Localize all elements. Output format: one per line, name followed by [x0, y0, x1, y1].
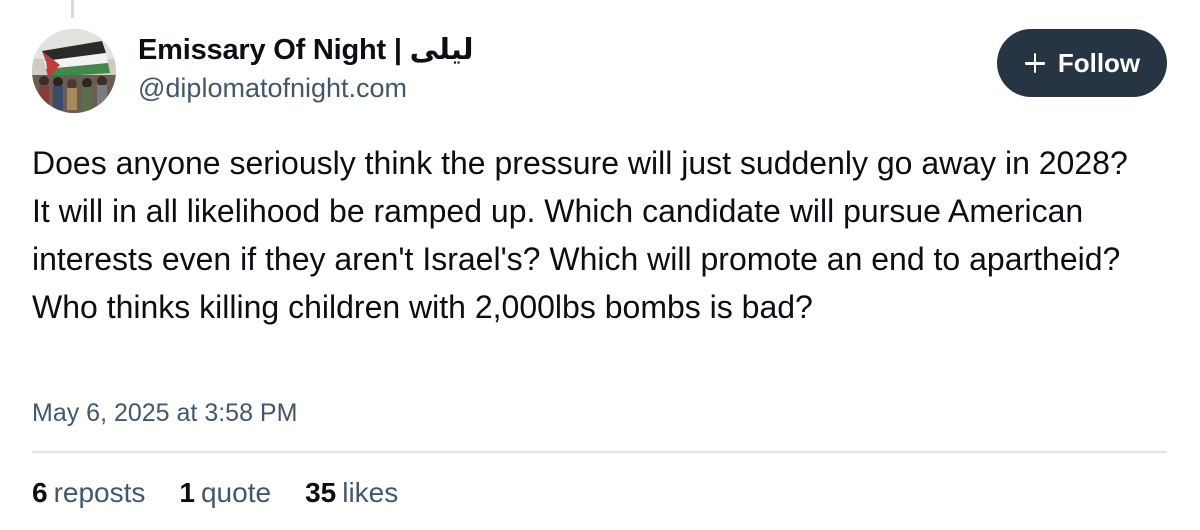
follow-button-label: Follow	[1057, 47, 1141, 78]
plus-icon	[1024, 52, 1046, 74]
quotes-stat[interactable]: 1 quote	[179, 474, 271, 512]
reposts-count: 6	[32, 477, 48, 508]
thread-line	[71, 0, 74, 18]
author-block: Emissary Of Night | ليلى @diplomatofnigh…	[138, 30, 474, 105]
quotes-label: quote	[200, 477, 272, 508]
likes-stat[interactable]: 35 likes	[305, 474, 398, 512]
likes-label: likes	[342, 477, 399, 508]
post-card: Emissary Of Night | ليلى @diplomatofnigh…	[0, 0, 1200, 530]
post-timestamp[interactable]: May 6, 2025 at 3:58 PM	[32, 396, 297, 430]
reposts-label: reposts	[53, 477, 146, 508]
author-handle[interactable]: @diplomatofnight.com	[138, 71, 474, 105]
follow-button[interactable]: Follow	[997, 29, 1167, 97]
author-display-name[interactable]: Emissary Of Night | ليلى	[138, 30, 474, 70]
reposts-stat[interactable]: 6 reposts	[32, 474, 145, 512]
post-stats: 6 reposts 1 quote 35 likes	[32, 474, 432, 512]
quotes-count: 1	[179, 477, 195, 508]
divider	[32, 451, 1167, 453]
avatar[interactable]	[32, 29, 116, 113]
likes-count: 35	[305, 477, 337, 508]
avatar-photo-flag-crowd-icon	[32, 29, 116, 113]
post-text: Does anyone seriously think the pressure…	[32, 145, 1128, 325]
